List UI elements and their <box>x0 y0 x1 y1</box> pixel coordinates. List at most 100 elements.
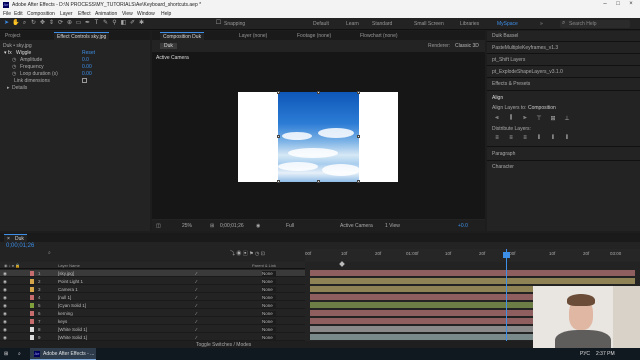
layer-switches-icon[interactable]: ⁄ <box>196 279 197 284</box>
parent-dropdown[interactable]: None <box>262 287 276 292</box>
layer-row[interactable]: ◉ 7 keys ⁄ None <box>0 318 305 325</box>
layer-name[interactable]: [null 1] <box>58 295 71 300</box>
orbit-tool-icon[interactable]: ↻ <box>30 20 37 27</box>
transform-handle[interactable] <box>277 135 280 138</box>
parent-link-column[interactable]: Parent & Link <box>252 263 276 268</box>
align-bottom-icon[interactable]: ⊥ <box>563 115 571 122</box>
transform-handle[interactable] <box>357 180 360 183</box>
hand-tool-icon[interactable]: ✋ <box>12 20 19 27</box>
timecode-display[interactable]: 0;00;01;26 <box>220 223 244 229</box>
visibility-eye-icon[interactable]: ◉ <box>3 327 7 333</box>
tab-timeline-duk[interactable]: Duk <box>12 234 27 242</box>
resolution-dropdown[interactable]: Full <box>286 223 294 229</box>
menu-edit[interactable]: Edit <box>14 11 23 17</box>
align-target-dropdown[interactable]: Composition <box>528 105 556 111</box>
layer-row[interactable]: ◉ 3 Camera 1 ⁄ None <box>0 286 305 293</box>
transform-handle[interactable] <box>277 91 280 94</box>
layer-name[interactable]: [Cyan Solid 1] <box>58 303 86 308</box>
property-frequency-value[interactable]: 0.00 <box>82 64 92 70</box>
label-color-swatch[interactable] <box>30 311 34 316</box>
puppet-tool-icon[interactable]: ✱ <box>138 20 145 27</box>
distribute-left-icon[interactable]: ⦀ <box>535 135 543 142</box>
menu-composition[interactable]: Composition <box>27 11 55 17</box>
dolly-tool-icon[interactable]: ⇕ <box>48 20 55 27</box>
distribute-vcenter-icon[interactable]: ≡ <box>507 135 515 142</box>
label-color-swatch[interactable] <box>30 335 34 340</box>
visibility-eye-icon[interactable]: ◉ <box>3 279 7 285</box>
tab-layer[interactable]: Layer (none) <box>236 32 270 40</box>
current-time-indicator[interactable] <box>506 249 507 350</box>
layer-duration-bar[interactable] <box>310 270 635 276</box>
layer-switches-icon[interactable]: ⁄ <box>196 295 197 300</box>
exposure-value[interactable]: +0.0 <box>458 223 468 229</box>
visibility-eye-icon[interactable]: ◉ <box>3 271 7 277</box>
align-right-icon[interactable]: ⫸ <box>521 115 529 122</box>
layer-name[interactable]: keys <box>58 319 67 324</box>
layer-switches-icon[interactable]: ⁄ <box>196 311 197 316</box>
type-tool-icon[interactable]: T <box>93 20 100 27</box>
distribute-bottom-icon[interactable]: ≡ <box>521 135 529 142</box>
link-dimensions-checkbox[interactable] <box>82 78 87 83</box>
property-loop-value[interactable]: 0.00 <box>82 71 92 77</box>
tab-flowchart[interactable]: Flowchart (none) <box>357 32 401 40</box>
layer-name-column[interactable]: Layer Name <box>58 263 80 268</box>
tab-project[interactable]: Project <box>2 32 24 40</box>
snapshot-icon[interactable]: ◉ <box>256 223 260 229</box>
anchor-tool-icon[interactable]: ⊕ <box>66 20 73 27</box>
pen-tool-icon[interactable]: ✒ <box>84 20 91 27</box>
menu-view[interactable]: View <box>122 11 133 17</box>
timeline-tools-icons[interactable]: ⤵ ◉ ▣ ⚑ ◷ ⊡ <box>230 250 265 257</box>
script-explode-shape-layers[interactable]: pt_ExplodeShapeLayers_v3.1.0 <box>492 69 563 75</box>
layer-row[interactable]: ◉ 6 kerning ⁄ None <box>0 310 305 317</box>
label-color-swatch[interactable] <box>30 295 34 300</box>
menu-animation[interactable]: Animation <box>95 11 117 17</box>
roto-brush-tool-icon[interactable]: ✐ <box>129 20 136 27</box>
menu-layer[interactable]: Layer <box>60 11 73 17</box>
label-color-swatch[interactable] <box>30 319 34 324</box>
time-ruler[interactable]: 00f 10f 20f 01:00f 10f 20f 02:00f 10f 20… <box>305 249 640 262</box>
selection-tool-icon[interactable]: ➤ <box>3 20 10 27</box>
distribute-hcenter-icon[interactable]: ⦀ <box>549 135 557 142</box>
label-color-swatch[interactable] <box>30 287 34 292</box>
sky-image-layer[interactable] <box>278 92 359 182</box>
label-color-swatch[interactable] <box>30 327 34 332</box>
layer-name[interactable]: Camera 1 <box>58 287 78 292</box>
transform-handle[interactable] <box>277 180 280 183</box>
comp-navigator-chip[interactable]: Duk <box>160 43 177 49</box>
property-amplitude-value[interactable]: 0.0 <box>82 57 89 63</box>
layer-name[interactable]: kerning <box>58 311 73 316</box>
distribute-right-icon[interactable]: ⦀ <box>563 135 571 142</box>
layer-name[interactable]: [White Solid 1] <box>58 335 87 340</box>
stopwatch-icon[interactable]: ◷ <box>12 71 16 77</box>
layer-duration-bar[interactable] <box>310 278 635 284</box>
layer-name[interactable]: [sky.jpg] <box>58 271 74 276</box>
align-top-icon[interactable]: ⊤ <box>535 115 543 122</box>
layer-row[interactable]: ◉ 1 [sky.jpg] ⁄ None <box>0 270 305 277</box>
workspace-overflow-icon[interactable]: » <box>540 21 543 27</box>
layer-row[interactable]: ◉ 5 [Cyan Solid 1] ⁄ None <box>0 302 305 309</box>
layer-name[interactable]: [White Solid 1] <box>58 327 87 332</box>
menu-help[interactable]: Help <box>161 11 171 17</box>
eraser-tool-icon[interactable]: ◧ <box>120 20 127 27</box>
effects-presets-panel[interactable]: Effects & Presets <box>492 81 530 87</box>
transform-handle[interactable] <box>357 91 360 94</box>
layer-switches-icon[interactable]: ⁄ <box>196 303 197 308</box>
details-expand-icon[interactable]: ▸ <box>7 85 10 91</box>
tab-footage[interactable]: Footage (none) <box>294 32 334 40</box>
zoom-tool-icon[interactable]: ⌕ <box>21 20 28 27</box>
layer-switches-icon[interactable]: ⁄ <box>196 319 197 324</box>
always-preview-icon[interactable]: ◫ <box>156 223 161 229</box>
visibility-eye-icon[interactable]: ◉ <box>3 303 7 309</box>
grid-icon[interactable]: ⊞ <box>210 223 214 229</box>
menu-window[interactable]: Window <box>137 11 155 17</box>
parent-dropdown[interactable]: None <box>262 279 276 284</box>
visibility-eye-icon[interactable]: ◉ <box>3 311 7 317</box>
tab-effect-controls[interactable]: Effect Controls sky.jpg <box>54 32 110 40</box>
visibility-eye-icon[interactable]: ◉ <box>3 295 7 301</box>
layer-row[interactable]: ◉ 8 [White Solid 1] ⁄ None <box>0 326 305 333</box>
stopwatch-icon[interactable]: ◷ <box>12 64 16 70</box>
camera-dropdown[interactable]: Active Camera <box>340 223 373 229</box>
rectangle-tool-icon[interactable]: ▭ <box>75 20 82 27</box>
clone-stamp-tool-icon[interactable]: ⚲ <box>111 20 118 27</box>
layer-row[interactable]: ◉ 4 [null 1] ⁄ None <box>0 294 305 301</box>
